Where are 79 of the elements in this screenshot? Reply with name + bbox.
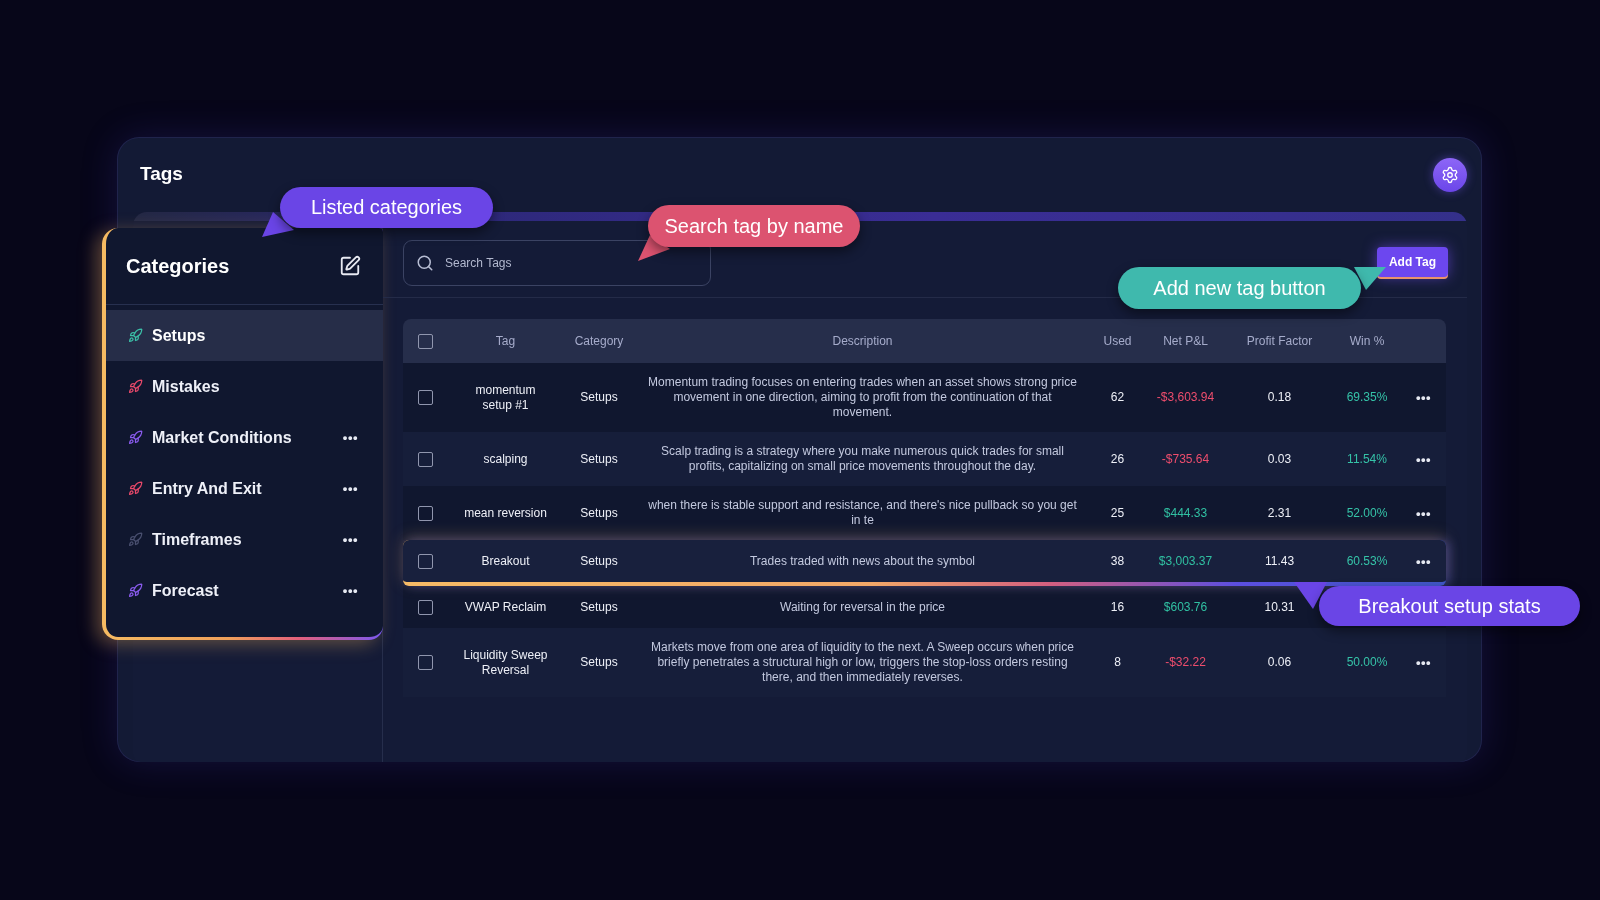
annotation-callout: Listed categories	[280, 187, 493, 228]
net-pnl-value: -$735.64	[1160, 450, 1211, 468]
win-rate-value: 52.00%	[1345, 504, 1389, 522]
category-cell-text: Setups	[579, 552, 619, 570]
profit-factor-value: 2.31	[1266, 504, 1293, 522]
category-item[interactable]: Mistakes	[128, 373, 220, 400]
used-count: 16	[1109, 598, 1126, 616]
net-pnl-value: -$32.22	[1164, 654, 1207, 671]
profit-factor-value: 11.43	[1263, 552, 1296, 570]
net-pnl-value: $603.76	[1162, 598, 1209, 616]
column-header: Category	[573, 334, 625, 348]
profit-factor-value: 0.03	[1266, 450, 1293, 468]
settings-button[interactable]	[1433, 157, 1467, 192]
category-item[interactable]: Market Conditions	[128, 424, 292, 451]
description-cell-text: when there is stable support and resistance, and there's nice pullback so you get in te	[647, 497, 1078, 529]
checkbox[interactable]	[417, 451, 433, 467]
column-header: Tag	[494, 334, 517, 348]
column-header: Win %	[1348, 334, 1386, 348]
category-item[interactable]: Entry And Exit	[128, 475, 262, 502]
tag-name: VWAP Reclaim	[463, 598, 548, 616]
tag-name: Breakout	[480, 552, 531, 570]
category-cell-text: Setups	[579, 654, 619, 671]
tag-name: momentum setup #1	[474, 381, 537, 414]
more-options-button[interactable]: •••	[1415, 554, 1432, 568]
more-options-button[interactable]: •••	[1415, 506, 1432, 520]
column-header: Net P&L	[1162, 334, 1209, 348]
category-cell-text: Setups	[579, 450, 619, 468]
description-cell-text: Scalp trading is a strategy where you make numerous quick trades for small profits, capitalizing on small price movements throughout the day.	[660, 443, 1065, 475]
add-tag-button[interactable]: Add Tag	[1376, 247, 1448, 277]
more-options-button[interactable]: •••	[1415, 656, 1432, 669]
used-count: 25	[1109, 504, 1126, 522]
used-count: 8	[1113, 654, 1122, 671]
description-cell-text: Waiting for reversal in the price	[779, 598, 946, 616]
profit-factor-value: 0.18	[1266, 389, 1293, 406]
net-pnl-value: -$3,603.94	[1155, 389, 1216, 406]
more-options-button[interactable]: •••	[342, 482, 358, 495]
more-options-button[interactable]: •••	[1415, 391, 1432, 404]
more-options-button[interactable]: •••	[1415, 452, 1432, 466]
net-pnl-value: $3,003.37	[1157, 552, 1214, 570]
profit-factor-value: 10.31	[1263, 598, 1296, 616]
used-count: 26	[1109, 450, 1126, 468]
tag-name: Liquidity Sweep Reversal	[462, 646, 549, 679]
column-header: Used	[1102, 334, 1133, 348]
tag-name: scalping	[482, 450, 529, 468]
more-options-button[interactable]: •••	[342, 584, 358, 597]
more-options-button[interactable]: •••	[342, 431, 358, 444]
checkbox[interactable]	[417, 599, 433, 615]
win-rate-value: 11.54%	[1346, 450, 1388, 468]
checkbox[interactable]	[417, 655, 433, 670]
settings-icon	[1441, 165, 1459, 184]
profit-factor-value: 0.06	[1266, 654, 1293, 671]
win-rate-value: 69.35%	[1345, 389, 1389, 406]
used-count: 62	[1109, 389, 1126, 406]
description-cell-text: Trades traded with news about the symbol	[749, 552, 976, 570]
used-count: 38	[1109, 552, 1126, 570]
net-pnl-value: $444.33	[1162, 504, 1209, 522]
more-options-button[interactable]: •••	[342, 533, 358, 546]
description-cell-text: Momentum trading focuses on entering trades when an asset shows strong price movement in one direction, aiming to profit from the continuation of that movement.	[647, 374, 1078, 421]
column-header: Description	[831, 334, 894, 348]
category-cell-text: Setups	[579, 598, 619, 616]
category-item[interactable]: Setups	[128, 322, 206, 349]
win-rate-value: 50.00%	[1345, 654, 1389, 671]
win-rate-value: 60.53%	[1345, 552, 1389, 570]
search-icon	[416, 254, 434, 272]
checkbox[interactable]	[417, 505, 433, 521]
checkbox[interactable]	[417, 333, 433, 349]
column-header: Profit Factor	[1245, 334, 1314, 348]
edit-icon[interactable]	[339, 255, 361, 277]
category-cell-text: Setups	[579, 504, 619, 522]
categories-title: Categories	[126, 254, 230, 278]
description-cell-text: Markets move from one area of liquidity to the next. A Sweep occurs when price briefly penetrates a structural high or low, triggers the stop-loss orders resting there, and then immediately reverses.	[650, 639, 1075, 686]
category-cell-text: Setups	[579, 389, 619, 406]
page-title: Tags	[140, 164, 183, 185]
tag-name: mean reversion	[463, 504, 548, 522]
search-field[interactable]: Search Tags	[403, 240, 711, 286]
checkbox[interactable]	[417, 390, 433, 405]
category-item[interactable]: Timeframes	[128, 526, 242, 553]
checkbox[interactable]	[417, 553, 433, 569]
category-item[interactable]: Forecast	[128, 577, 219, 604]
